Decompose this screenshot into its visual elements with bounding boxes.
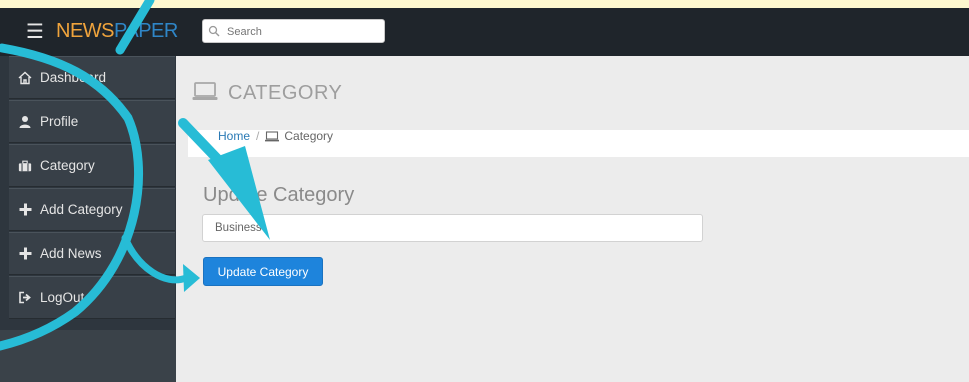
sidebar-footer <box>0 330 176 382</box>
sidebar-item-logout[interactable]: LogOut <box>9 276 175 319</box>
brand-part-news: NEWS <box>56 20 115 42</box>
breadcrumb-home-link[interactable]: Home <box>218 129 250 143</box>
sidebar-item-profile[interactable]: Profile <box>9 100 175 143</box>
user-icon <box>18 115 32 129</box>
sidebar-item-category[interactable]: Category <box>9 144 175 187</box>
plus-icon <box>18 247 32 261</box>
logout-icon <box>18 291 32 305</box>
form-title: Update Category <box>203 184 355 206</box>
sidebar-item-label: Dashboard <box>40 70 107 85</box>
sidebar: Dashboard Profile Category Add Category … <box>0 56 176 382</box>
page-title: CATEGORY <box>228 81 343 104</box>
search-box[interactable] <box>202 19 385 43</box>
plus-icon <box>18 203 32 217</box>
sidebar-item-add-category[interactable]: Add Category <box>9 188 175 231</box>
hamburger-menu-icon[interactable]: ☰ <box>26 22 44 42</box>
top-navbar: ☰ NEWSPAPER <box>0 8 969 56</box>
laptop-icon <box>192 80 218 107</box>
category-name-input[interactable] <box>202 214 703 242</box>
sidebar-item-label: Add News <box>40 246 102 261</box>
brand-part-paper: PAPER <box>114 20 178 42</box>
sidebar-item-label: Category <box>40 158 95 173</box>
update-category-button[interactable]: Update Category <box>203 257 323 286</box>
brand-logo[interactable]: NEWSPAPER <box>56 20 178 43</box>
home-icon <box>18 71 32 85</box>
sidebar-item-dashboard[interactable]: Dashboard <box>9 56 175 99</box>
app-frame: ☰ NEWSPAPER Dashboard Profile <box>0 8 969 382</box>
search-input[interactable] <box>225 23 384 41</box>
sidebar-item-add-news[interactable]: Add News <box>9 232 175 275</box>
breadcrumb-current: Category <box>284 129 334 143</box>
page-header: CATEGORY <box>192 78 342 108</box>
laptop-icon <box>265 130 280 142</box>
briefcase-icon <box>18 159 32 173</box>
breadcrumb: Home / Category <box>218 129 333 143</box>
sidebar-item-label: Profile <box>40 114 79 129</box>
breadcrumb-separator: / <box>256 129 260 143</box>
search-icon <box>208 24 220 42</box>
sidebar-item-label: Add Category <box>40 202 123 217</box>
sidebar-item-label: LogOut <box>40 290 85 305</box>
